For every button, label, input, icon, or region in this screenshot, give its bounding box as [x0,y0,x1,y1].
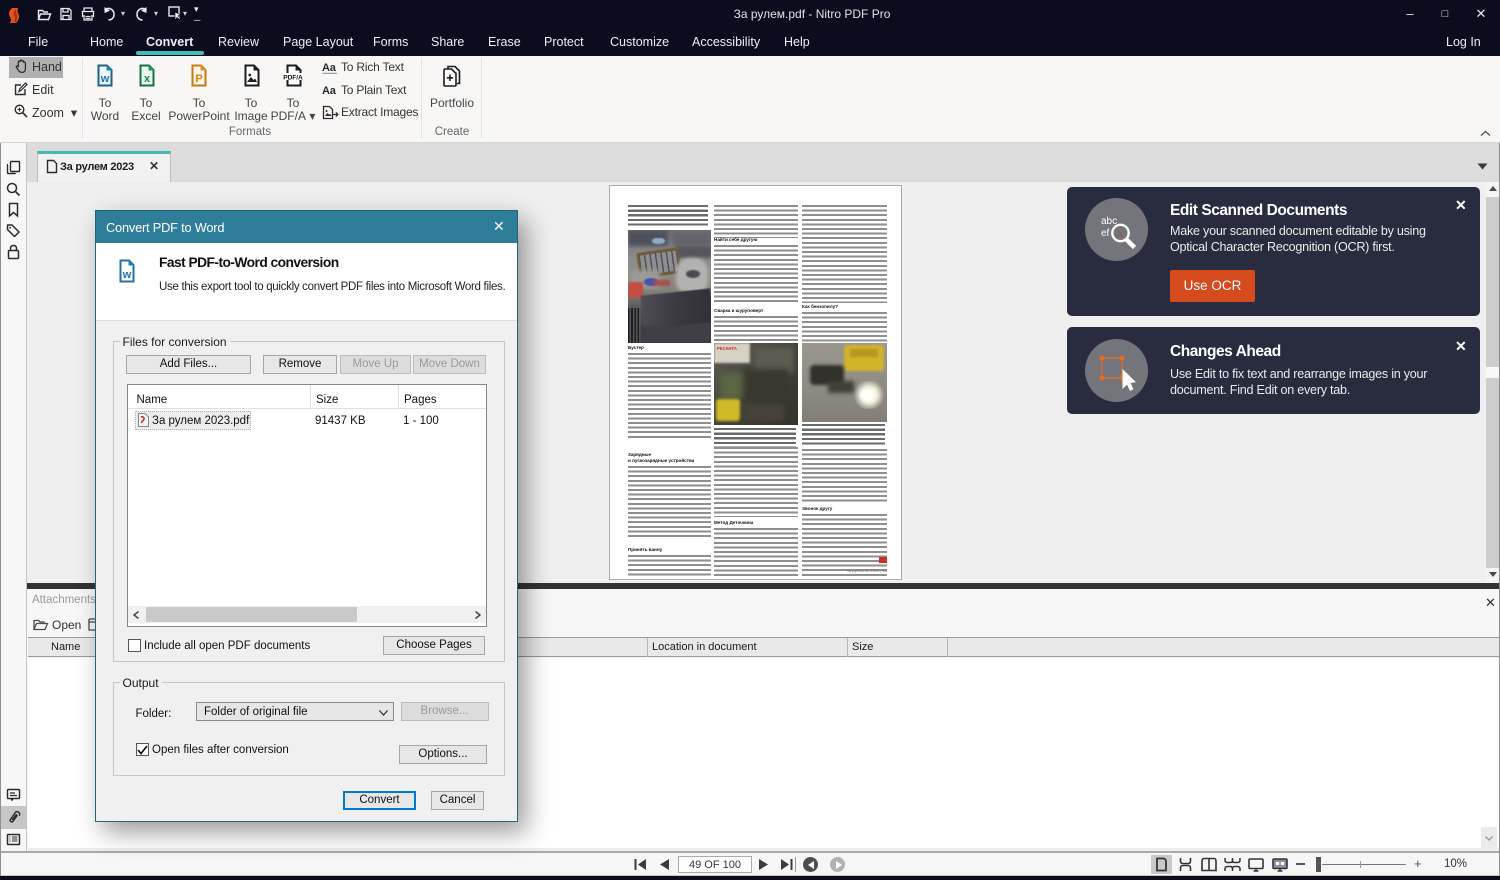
svg-text:a: a [1118,229,1124,240]
svg-text:Aa: Aa [322,62,337,74]
svg-text:ef: ef [1101,228,1110,239]
svg-text:Aa: Aa [322,85,337,97]
svg-text:abc: abc [1101,216,1117,227]
svg-text:w: w [122,269,132,281]
